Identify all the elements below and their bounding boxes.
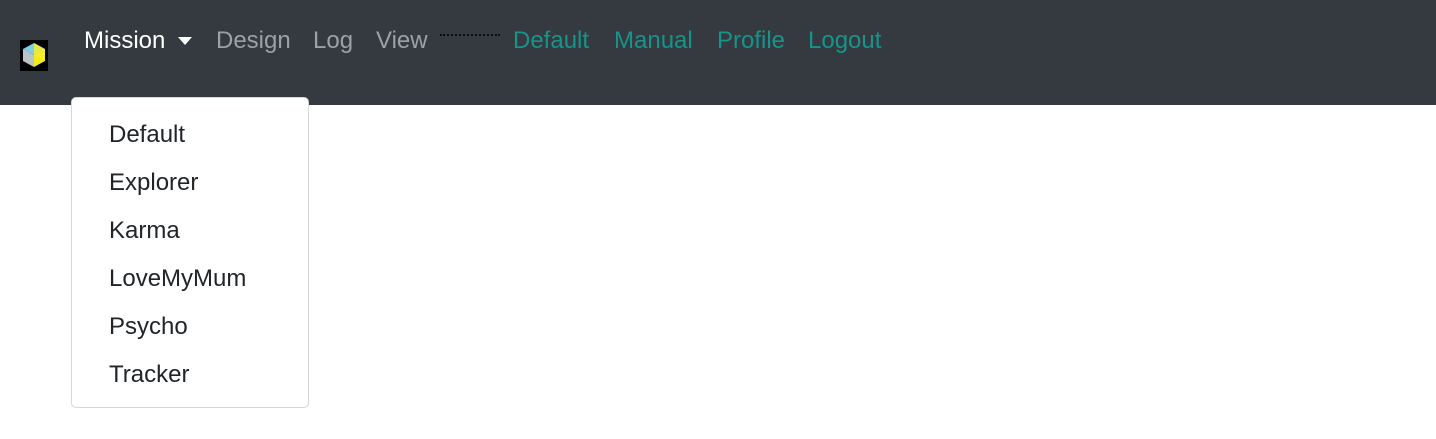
mission-menu-item-psycho[interactable]: Psycho <box>109 312 188 342</box>
nav-view-link[interactable]: View <box>376 27 428 55</box>
mission-menu-item-tracker[interactable]: Tracker <box>109 360 189 390</box>
caret-down-icon[interactable] <box>178 37 192 45</box>
mission-dropdown-menu: Default Explorer Karma LoveMyMum Psycho … <box>71 97 309 408</box>
nav-log-link[interactable]: Log <box>313 27 353 55</box>
nav-manual-link[interactable]: Manual <box>614 27 693 55</box>
nav-separator <box>440 34 500 36</box>
top-navbar: Mission Design Log View Default Manual P… <box>0 0 1436 105</box>
mission-menu-item-explorer[interactable]: Explorer <box>109 168 198 198</box>
nav-profile-link[interactable]: Profile <box>717 27 785 55</box>
nav-default-link[interactable]: Default <box>513 27 589 55</box>
mission-menu-item-default[interactable]: Default <box>109 120 185 150</box>
nav-logout-link[interactable]: Logout <box>808 27 881 55</box>
nav-design-link[interactable]: Design <box>216 27 291 55</box>
cube-logo-icon[interactable] <box>20 40 48 71</box>
mission-menu-item-karma[interactable]: Karma <box>109 216 180 246</box>
mission-menu-item-lovemymum[interactable]: LoveMyMum <box>109 264 246 294</box>
nav-mission-dropdown[interactable]: Mission <box>84 27 165 55</box>
